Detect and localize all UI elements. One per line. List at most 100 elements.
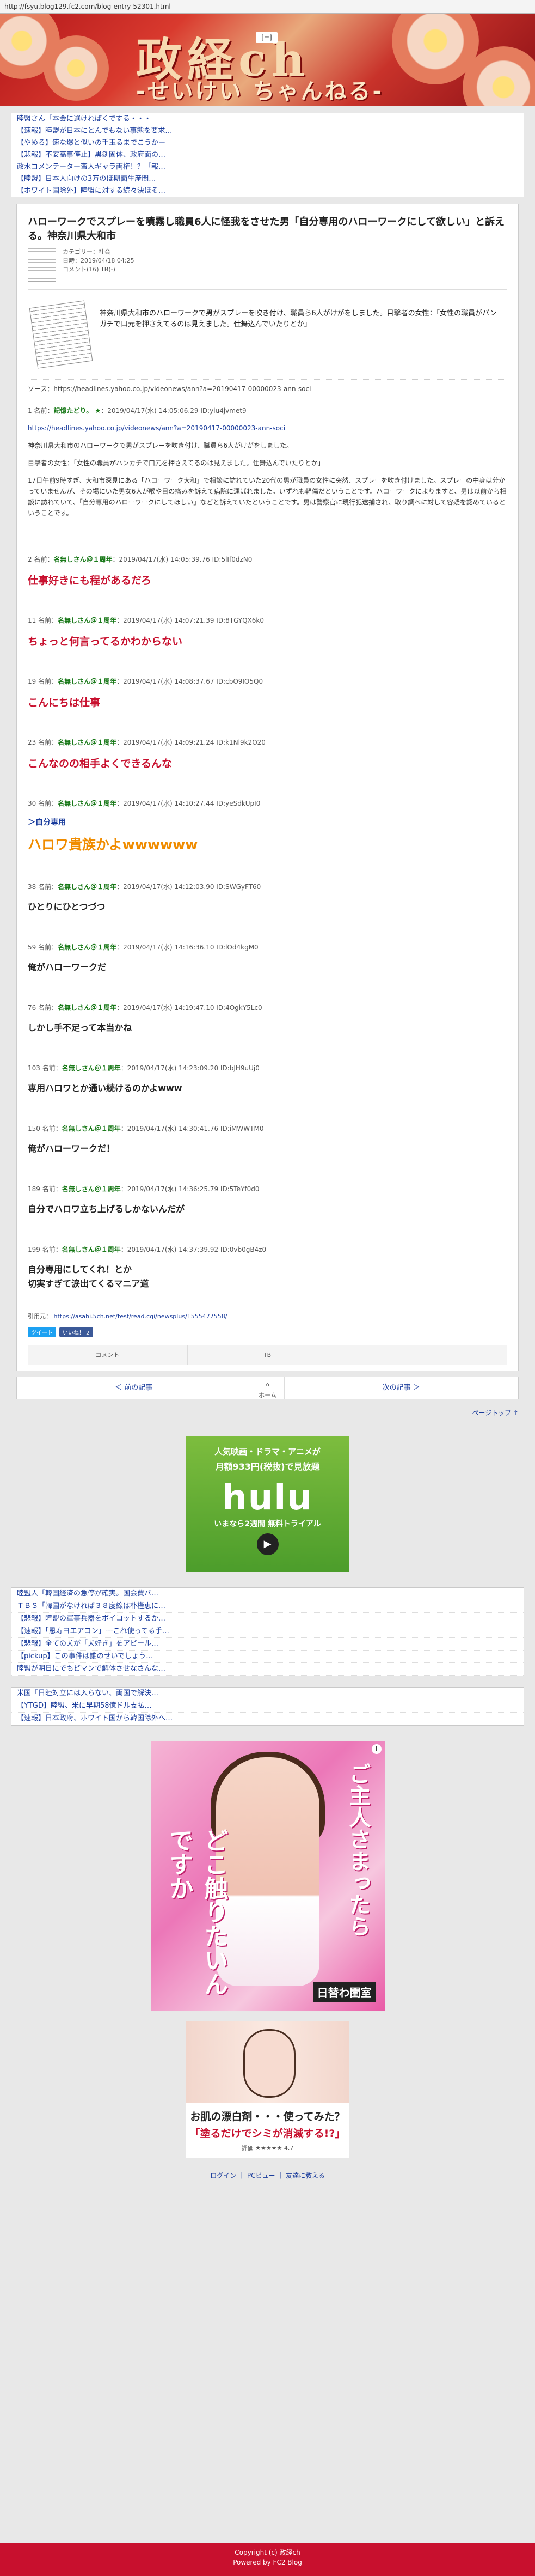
hulu-logo: hulu bbox=[222, 1478, 313, 1518]
poster-name: 名無しさん＠１周年 bbox=[62, 1125, 121, 1132]
post-body: こんにちは仕事 bbox=[28, 697, 101, 709]
post-header: 11 名前：名無しさん＠１周年：2019/04/17(水) 14:07:21.3… bbox=[28, 616, 507, 625]
related-item[interactable]: 米国「日睦対立には入らない、両国で解決… bbox=[11, 1688, 524, 1700]
related-item[interactable]: 【悲報】睦盟の軍事兵器をボイコットするか… bbox=[11, 1613, 524, 1625]
post-header: 19 名前：名無しさん＠１周年：2019/04/17(水) 14:08:37.6… bbox=[28, 677, 507, 686]
post-label: 名前： bbox=[34, 407, 54, 415]
post-number: 103 bbox=[28, 1064, 40, 1072]
post-body: ちょっと何言ってるかわからない bbox=[28, 636, 183, 648]
post-meta: ：2019/04/17(水) 14:08:37.67 ID:cbO9IO5Q0 bbox=[116, 678, 263, 685]
poster-name: 名無しさん＠１周年 bbox=[58, 1004, 117, 1012]
url-bar[interactable]: http://fsyu.blog129.fc2.com/blog-entry-5… bbox=[0, 0, 535, 14]
post: 150 名前：名無しさん＠１周年：2019/04/17(水) 14:30:41.… bbox=[28, 1105, 507, 1166]
poster-name: 名無しさん＠１周年 bbox=[62, 1185, 121, 1193]
ticker-item[interactable]: 政水コメンテーター蛮人ギャラ両権！？「報… bbox=[11, 161, 524, 173]
poster-name: 名無しさん＠１周年 bbox=[58, 800, 117, 807]
more-action[interactable] bbox=[347, 1345, 508, 1365]
post-label: 名前： bbox=[42, 1185, 62, 1193]
related-item[interactable]: 【YTGD】睦盟、米に早期58億ドル支払… bbox=[11, 1700, 524, 1713]
post-header: 23 名前：名無しさん＠１周年：2019/04/17(水) 14:09:21.2… bbox=[28, 738, 507, 747]
like-button[interactable]: いいね！ 2 bbox=[59, 1327, 93, 1337]
post-body: 俺がハローワークだ bbox=[28, 962, 107, 972]
post-header: 150 名前：名無しさん＠１周年：2019/04/17(水) 14:30:41.… bbox=[28, 1124, 507, 1133]
post-body: ひとりにひとつづつ bbox=[28, 902, 106, 912]
related-item[interactable]: 【速報】日本政府、ホワイト国から韓国除外へ… bbox=[11, 1713, 524, 1725]
poster-name: 名無しさん＠１周年 bbox=[62, 1246, 121, 1253]
post-label: 名前： bbox=[38, 1004, 58, 1012]
related-item[interactable]: 睦盟が明日にでもピマンで解体させなさんな… bbox=[11, 1663, 524, 1676]
close-icon[interactable]: i bbox=[371, 1744, 382, 1754]
site-banner[interactable]: 政経ch -せいけい ちゃんねる- [≡] bbox=[0, 14, 535, 106]
related-item[interactable]: 【悲報】全ての犬が「犬好き」をアピール… bbox=[11, 1638, 524, 1651]
hulu-ad[interactable]: 人気映画・ドラマ・アニメが 月額933円(税抜)で見放題 hulu いまなら2週… bbox=[186, 1436, 349, 1572]
post-number: 1 bbox=[28, 407, 32, 415]
post-meta: ：2019/04/17(水) 14:36:25.79 ID:5TeYf0d0 bbox=[120, 1185, 260, 1193]
post-label: 名前： bbox=[42, 1246, 62, 1253]
quote-source-label: 引用元： bbox=[28, 1313, 52, 1320]
post-meta: ：2019/04/17(水) 14:16:36.10 ID:lOd4kgM0 bbox=[116, 943, 259, 951]
related-list-1: 睦盟人「韓国経済の急停が確実。国会費パ… ＴＢＳ「韓国がなければ３８度線は朴槿恵… bbox=[11, 1587, 524, 1676]
article-pager: ＜ 前の記事 ⌂ ホーム 次の記事 ＞ bbox=[16, 1377, 519, 1399]
home-link[interactable]: ⌂ ホーム bbox=[250, 1377, 285, 1399]
post-number: 189 bbox=[28, 1185, 40, 1193]
post-body: 自分専用にしてくれ！とか 切実すぎて涙出てくるマニア道 bbox=[28, 1264, 149, 1289]
post-header: 189 名前：名無しさん＠１周年：2019/04/17(水) 14:36:25.… bbox=[28, 1184, 507, 1193]
ticker-item[interactable]: 【睦盟】日本人向けの3万のほ期面生産問… bbox=[11, 173, 524, 185]
copyright: Copyright (c) 政経ch bbox=[235, 2549, 300, 2556]
tweet-button[interactable]: ツイート bbox=[28, 1327, 56, 1337]
post: 189 名前：名無しさん＠１周年：2019/04/17(水) 14:36:25.… bbox=[28, 1166, 507, 1226]
site-subtitle: -せいけい ちゃんねる- bbox=[136, 79, 384, 104]
post-paragraph: 神奈川県大和市のハローワークで男がスプレーを吹き付け、職員ら6人がけがをしました… bbox=[28, 442, 293, 449]
news-link[interactable]: https://headlines.yahoo.co.jp/videonews/… bbox=[28, 424, 285, 432]
post-body: ハロワ貴族かよwwwwww bbox=[28, 837, 198, 852]
play-icon[interactable]: ▶ bbox=[256, 1533, 279, 1555]
powered-by[interactable]: Powered by FC2 Blog bbox=[0, 2557, 535, 2567]
ticker-item[interactable]: 【悲報】不安高事停止】黒剣固体、政府面の… bbox=[11, 149, 524, 161]
poster-name: 名無しさん＠１周年 bbox=[58, 617, 117, 624]
post-body: しかし手不足って本当かね bbox=[28, 1022, 132, 1033]
post-label: 名前： bbox=[38, 883, 58, 891]
related-item[interactable]: 【pickup】この事件は誰のせいでしょう… bbox=[11, 1651, 524, 1663]
post-paragraph: 17日午前9時すぎ、大和市深見にある「ハローワーク大和」で相談に訪れていた20代… bbox=[28, 477, 507, 517]
post-number: 30 bbox=[28, 800, 36, 807]
top-ticker-list: 睦盟さん「本会に選ければくでする・・・ 【速報】睦盟が日本にとんでもない事態を要… bbox=[11, 113, 524, 197]
quote-source: 引用元： https://asahi.5ch.net/test/read.cgi… bbox=[28, 1312, 507, 1320]
related-item[interactable]: 【速報】「恩寿ヨエアコン」---これ使ってる手… bbox=[11, 1625, 524, 1638]
post-header: 1 名前：記憶たどり。 ★：2019/04/17(水) 14:05:06.29 … bbox=[28, 406, 507, 415]
page-top-link[interactable]: ページトップ ↑ bbox=[0, 1408, 519, 1417]
post-label: 名前： bbox=[38, 617, 58, 624]
footer-links[interactable]: ログイン ｜ PCビュー ｜ 友達に教える bbox=[0, 2171, 535, 2180]
post-body: 専用ハロワとか通い続けるのかよwww bbox=[28, 1083, 182, 1093]
post-number: 11 bbox=[28, 617, 36, 624]
article-actions: コメント TB bbox=[28, 1345, 508, 1365]
ticker-item[interactable]: 【やめろ】速な爆と似いの手玉るまでこうかー bbox=[11, 137, 524, 149]
ticker-item[interactable]: 【速報】睦盟が日本にとんでもない事態を要求… bbox=[11, 125, 524, 137]
post-list: 2 名前：名無しさん＠１周年：2019/04/17(水) 14:05:39.76… bbox=[28, 535, 507, 1301]
post-number: 2 bbox=[28, 556, 32, 563]
poster-name: 名無しさん＠１周年 bbox=[62, 1064, 121, 1072]
intro-text: 神奈川県大和市のハローワークで男がスプレーを吹き付け、職員ら6人がけがをしました… bbox=[100, 309, 497, 328]
ticker-item[interactable]: 睦盟さん「本会に選ければくでする・・・ bbox=[11, 113, 524, 125]
post-label: 名前： bbox=[42, 1064, 62, 1072]
post-number: 76 bbox=[28, 1004, 36, 1012]
post-meta: ：2019/04/17(水) 14:09:21.24 ID:k1Nl9k2O20 bbox=[116, 739, 266, 746]
ticker-item[interactable]: 【ホワイト国除外】睦盟に対する続々決ほそ… bbox=[11, 185, 524, 197]
quote-source-link[interactable]: https://asahi.5ch.net/test/read.cgi/news… bbox=[54, 1313, 227, 1320]
banner-ad[interactable]: どこ触りたいんですか ご主人さまったら 日替わ閨室 i bbox=[150, 1741, 385, 2011]
trackback-action[interactable]: TB bbox=[187, 1345, 348, 1365]
related-item[interactable]: ＴＢＳ「韓国がなければ３８度線は朴槿恵に… bbox=[11, 1600, 524, 1613]
article-date: 日時：2019/04/18 04:25 bbox=[63, 257, 134, 264]
post-body: 自分でハロワ立ち上げるしかないんだが bbox=[28, 1204, 185, 1214]
article-comments-count[interactable]: コメント(16) TB(-) bbox=[63, 265, 134, 274]
related-item[interactable]: 睦盟人「韓国経済の急停が確実。国会費パ… bbox=[11, 1588, 524, 1600]
prev-article-link[interactable]: ＜ 前の記事 bbox=[17, 1377, 251, 1399]
next-article-link[interactable]: 次の記事 ＞ bbox=[285, 1377, 519, 1399]
article-category[interactable]: カテゴリー：社会 bbox=[63, 248, 134, 257]
post: 38 名前：名無しさん＠１周年：2019/04/17(水) 14:12:03.9… bbox=[28, 863, 507, 924]
skincare-ad[interactable]: お肌の漂白剤・・・使ってみた？ 「塗るだけでシミが消滅する!?」 評価 ★★★★… bbox=[186, 2021, 349, 2158]
ad-text: ご主人さまったら bbox=[345, 1763, 371, 1937]
post-quote[interactable]: ＞自分専用 bbox=[28, 817, 507, 827]
comment-action[interactable]: コメント bbox=[28, 1345, 188, 1365]
post-meta: ：2019/04/17(水) 14:23:09.20 ID:bJH9uUj0 bbox=[120, 1064, 260, 1072]
menu-button[interactable]: [≡] bbox=[256, 32, 278, 43]
